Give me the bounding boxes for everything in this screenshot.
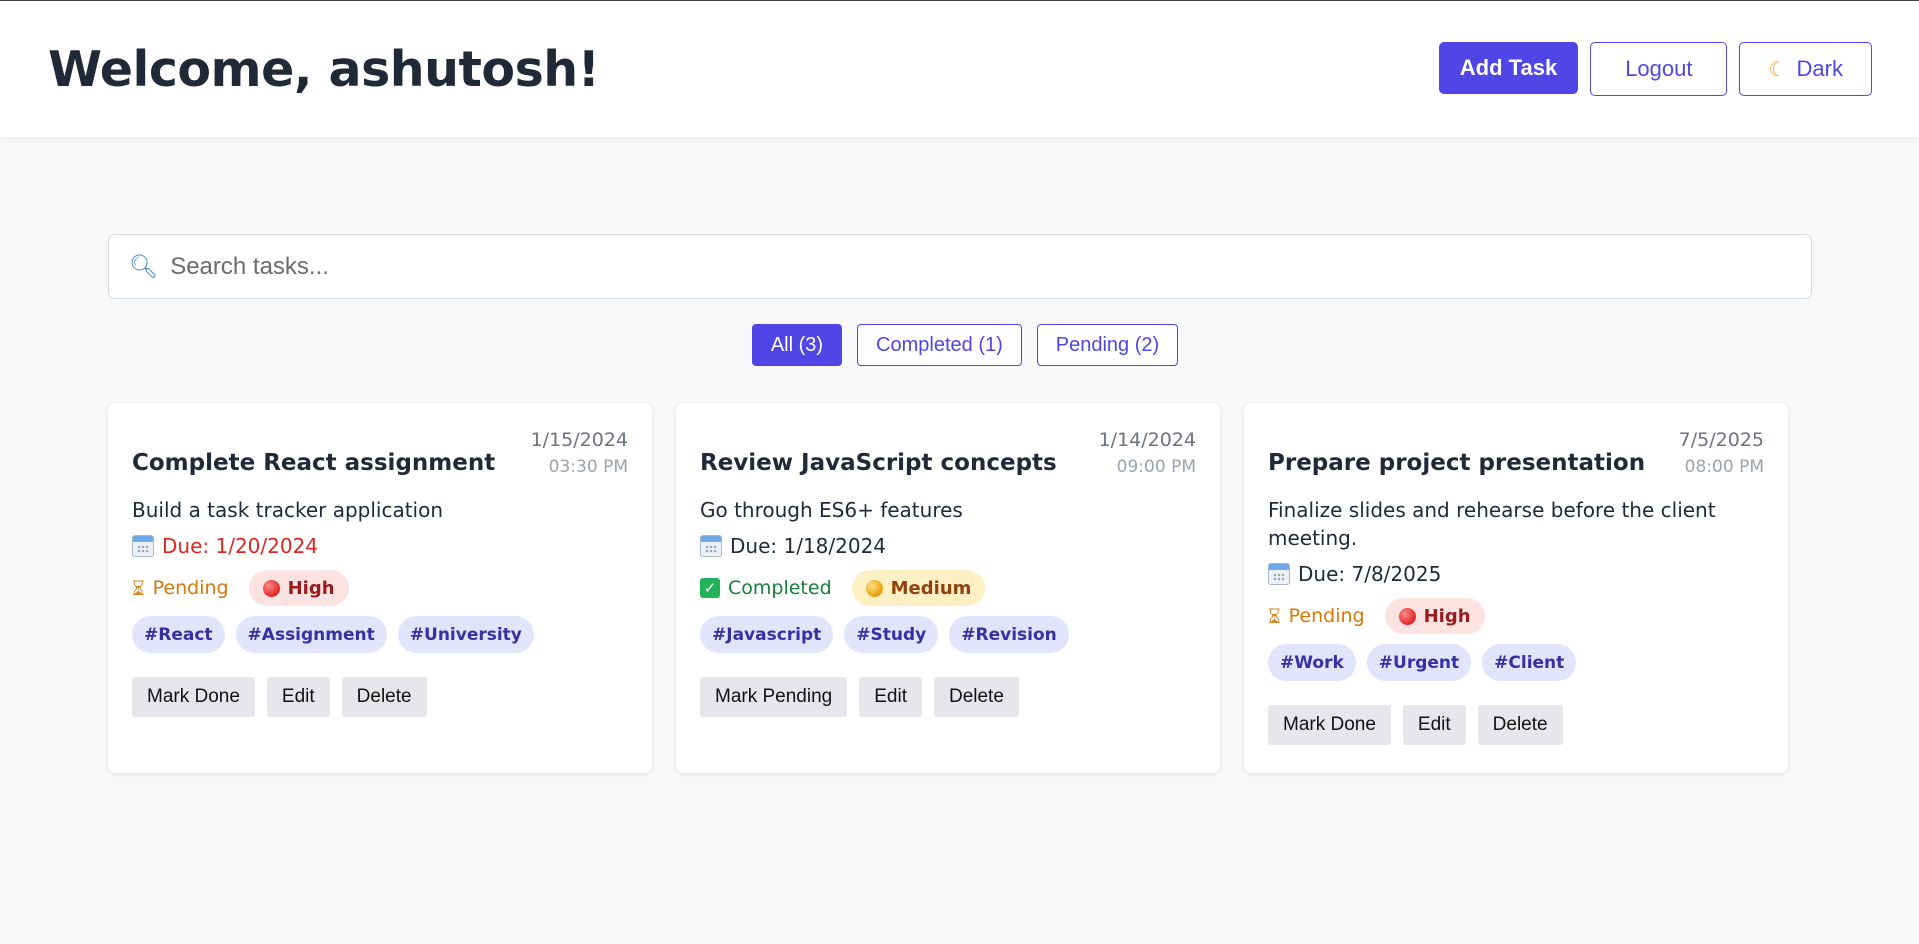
status-label: Pending	[1288, 605, 1365, 627]
red-circle-icon	[1398, 607, 1416, 625]
tag: #University	[397, 616, 534, 653]
task-date: 1/14/2024	[1098, 429, 1196, 451]
edit-button[interactable]: Edit	[266, 677, 330, 717]
edit-button[interactable]: Edit	[859, 677, 922, 717]
logout-button[interactable]: Logout	[1590, 42, 1728, 96]
add-task-button[interactable]: Add Task	[1438, 42, 1579, 94]
tag: #Client	[1482, 644, 1577, 681]
task-title: Prepare project presentation	[1268, 450, 1646, 476]
priority-badge: High	[1384, 598, 1485, 634]
task-created-date: 7/5/2025 08:00 PM	[1679, 427, 1764, 481]
tag-list: #React #Assignment #University	[132, 616, 628, 653]
task-due: Due: 1/20/2024	[132, 534, 628, 558]
priority-badge: High	[248, 570, 349, 606]
task-actions: Mark Pending Edit Delete	[700, 677, 1196, 717]
task-due-label: Due: 1/20/2024	[162, 534, 319, 558]
task-time: 03:30 PM	[548, 457, 628, 477]
status-label: Pending	[152, 577, 229, 599]
task-actions: Mark Done Edit Delete	[132, 677, 628, 717]
mark-done-button[interactable]: Mark Done	[132, 677, 255, 717]
task-due: Due: 7/8/2025	[1268, 562, 1764, 586]
task-time: 09:00 PM	[1116, 457, 1196, 477]
hourglass-icon: ⏳︎	[132, 576, 145, 600]
priority-label: Medium	[890, 577, 972, 599]
task-actions: Mark Done Edit Delete	[1268, 705, 1764, 745]
app-header: Welcome, ashutosh! Add Task Logout ☾ Dar…	[0, 1, 1919, 137]
search-bar: 🔍︎	[108, 234, 1812, 299]
mark-pending-button[interactable]: Mark Pending	[700, 677, 848, 717]
task-description: Finalize slides and rehearse before the …	[1268, 498, 1716, 550]
hourglass-icon: ⏳︎	[1268, 604, 1281, 628]
task-description: Go through ES6+ features	[700, 498, 963, 522]
status-badge: ⏳︎ Pending	[132, 576, 229, 600]
task-due-label: Due: 1/18/2024	[730, 534, 887, 558]
moon-icon: ☾	[1768, 59, 1787, 81]
task-card: Prepare project presentation 7/5/2025 08…	[1244, 403, 1788, 773]
theme-toggle-button[interactable]: ☾ Dark	[1739, 42, 1872, 96]
filter-completed-button[interactable]: Completed (1)	[857, 324, 1022, 366]
priority-badge: Medium	[851, 570, 986, 606]
task-created-date: 1/15/2024 03:30 PM	[531, 427, 628, 481]
status-badge: ⏳︎ Pending	[1268, 604, 1365, 628]
tag: #Study	[844, 616, 939, 653]
tag-list: #Javascript #Study #Revision	[700, 616, 1196, 653]
tag: #Work	[1268, 644, 1356, 681]
status-label: Completed	[728, 577, 832, 599]
filter-bar: All (3) Completed (1) Pending (2)	[0, 324, 1919, 366]
priority-label: High	[287, 577, 335, 599]
yellow-circle-icon	[865, 579, 883, 597]
delete-button[interactable]: Delete	[341, 677, 427, 717]
task-date: 1/15/2024	[530, 429, 628, 451]
task-card: Complete React assignment 1/15/2024 03:3…	[108, 403, 652, 773]
task-card: Review JavaScript concepts 1/14/2024 09:…	[676, 403, 1220, 773]
header-actions: Add Task Logout ☾ Dark	[1438, 42, 1872, 96]
filter-pending-button[interactable]: Pending (2)	[1036, 324, 1179, 366]
task-due: Due: 1/18/2024	[700, 534, 1196, 558]
task-time: 08:00 PM	[1684, 457, 1764, 477]
tag-list: #Work #Urgent #Client	[1268, 644, 1764, 681]
red-circle-icon	[262, 579, 280, 597]
task-due-label: Due: 7/8/2025	[1298, 562, 1442, 586]
tag: #React	[132, 616, 225, 653]
calendar-icon	[1268, 563, 1290, 585]
theme-toggle-label: Dark	[1796, 56, 1843, 81]
edit-button[interactable]: Edit	[1402, 705, 1466, 745]
delete-button[interactable]: Delete	[933, 677, 1019, 717]
delete-button[interactable]: Delete	[1477, 705, 1563, 745]
welcome-heading: Welcome, ashutosh!	[48, 41, 600, 98]
status-badge: ✓ Completed	[700, 577, 832, 599]
check-mark-icon: ✓	[700, 578, 720, 598]
filter-all-button[interactable]: All (3)	[751, 324, 843, 366]
tag: #Urgent	[1366, 644, 1472, 681]
calendar-icon	[700, 535, 722, 557]
priority-label: High	[1423, 605, 1471, 627]
task-title: Review JavaScript concepts	[700, 450, 1057, 476]
calendar-icon	[132, 535, 154, 557]
tag: #Javascript	[700, 616, 834, 653]
search-input[interactable]	[168, 251, 1811, 282]
task-list: Complete React assignment 1/15/2024 03:3…	[108, 403, 1788, 773]
mark-done-button[interactable]: Mark Done	[1268, 705, 1391, 745]
tag: #Assignment	[235, 616, 387, 653]
search-icon: 🔍︎	[129, 254, 159, 280]
task-date: 7/5/2025	[1678, 429, 1764, 451]
task-created-date: 1/14/2024 09:00 PM	[1099, 427, 1196, 481]
task-title: Complete React assignment	[132, 450, 496, 476]
task-description: Build a task tracker application	[132, 498, 444, 522]
tag: #Revision	[949, 616, 1069, 653]
